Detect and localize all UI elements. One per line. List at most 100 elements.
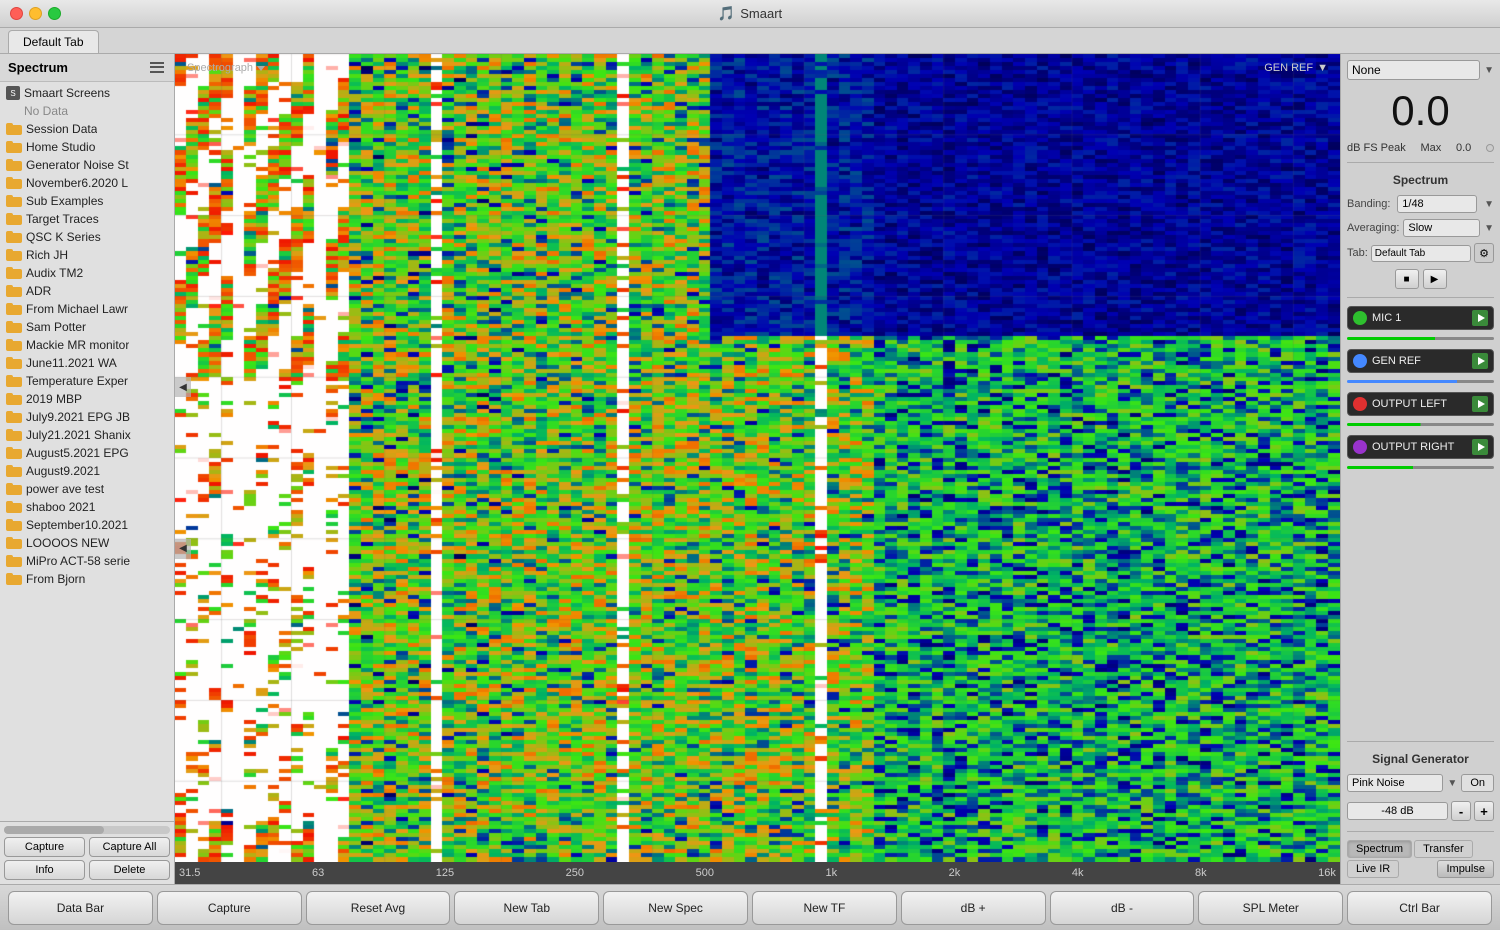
averaging-dropdown-arrow-icon: ▼ (1484, 223, 1494, 234)
capture-toolbar-button[interactable]: Capture (157, 891, 302, 925)
sidebar-item-label: Sub Examples (26, 194, 103, 208)
sidebar-item-label: MiPro ACT-58 serie (26, 554, 130, 568)
tab-select[interactable]: Default Tab (1371, 245, 1471, 262)
sig-gen-dropdown-arrow-icon: ▼ (1447, 778, 1457, 789)
signal-generator-plus-button[interactable]: + (1474, 801, 1494, 821)
title-bar-text: 🎵 Smaart (718, 5, 782, 22)
sidebar-item-june11[interactable]: June11.2021 WA (0, 354, 174, 372)
play-button[interactable]: ▶ (1423, 269, 1447, 289)
folder-icon (6, 231, 22, 243)
analysis-tabs: Spectrum Transfer Live IR Impulse (1347, 840, 1494, 878)
sidebar-item-august5[interactable]: August5.2021 EPG (0, 444, 174, 462)
db-minus-button[interactable]: dB - (1050, 891, 1195, 925)
nav-arrow-right[interactable]: ◀ (175, 539, 191, 559)
signal-generator-minus-button[interactable]: - (1451, 801, 1471, 821)
level-select-dropdown[interactable]: None (1347, 60, 1480, 80)
channel-play-button-output-left[interactable] (1472, 396, 1488, 412)
sidebar-item-session-data[interactable]: Session Data (0, 120, 174, 138)
signal-generator-db-value: -48 dB (1347, 802, 1448, 820)
capture-button[interactable]: Capture (4, 837, 85, 857)
freq-label-8k: 8k (1195, 867, 1207, 879)
sidebar-item-sam-potter[interactable]: Sam Potter (0, 318, 174, 336)
sidebar-item-november[interactable]: November6.2020 L (0, 174, 174, 192)
capture-all-button[interactable]: Capture All (89, 837, 170, 857)
folder-icon (6, 249, 22, 261)
sidebar-item-mipro[interactable]: MiPro ACT-58 serie (0, 552, 174, 570)
spl-meter-button[interactable]: SPL Meter (1198, 891, 1343, 925)
sidebar-item-adr[interactable]: ADR (0, 282, 174, 300)
delete-button[interactable]: Delete (89, 860, 170, 880)
averaging-select[interactable]: Slow (1403, 219, 1480, 237)
tab-control-row: Tab: Default Tab ⚙ (1347, 243, 1494, 263)
sidebar-item-september10[interactable]: September10.2021 (0, 516, 174, 534)
sidebar-item-power-ave[interactable]: power ave test (0, 480, 174, 498)
sidebar-item-sub-examples[interactable]: Sub Examples (0, 192, 174, 210)
bottom-toolbar: Data Bar Capture Reset Avg New Tab New S… (0, 884, 1500, 930)
default-tab[interactable]: Default Tab (8, 30, 99, 53)
signal-generator-type-row: Pink Noise ▼ On (1347, 774, 1494, 792)
nav-arrow-left[interactable]: ◀ (175, 377, 191, 397)
sidebar-bottom: Capture Capture All Info Delete (0, 821, 174, 884)
new-tab-button[interactable]: New Tab (454, 891, 599, 925)
sidebar-item-target-traces[interactable]: Target Traces (0, 210, 174, 228)
stop-button[interactable]: ■ (1395, 269, 1419, 289)
close-button[interactable] (10, 7, 23, 20)
sidebar-item-smaart-screens[interactable]: S Smaart Screens (0, 84, 174, 102)
channel-play-button-mic1[interactable] (1472, 310, 1488, 326)
new-tf-button[interactable]: New TF (752, 891, 897, 925)
folder-icon (6, 321, 22, 333)
sidebar-item-temperature[interactable]: Temperature Exper (0, 372, 174, 390)
sidebar: Spectrum S Smaart Screens No Data Sessio… (0, 54, 175, 884)
tab-spectrum[interactable]: Spectrum (1347, 840, 1412, 858)
folder-icon (6, 357, 22, 369)
app-title: Smaart (740, 6, 782, 21)
signal-generator-on-button[interactable]: On (1461, 774, 1494, 792)
maximize-button[interactable] (48, 7, 61, 20)
transport-row: ■ ▶ (1347, 269, 1494, 289)
sidebar-item-july21[interactable]: July21.2021 Shanix (0, 426, 174, 444)
banding-select[interactable]: 1/48 (1397, 195, 1477, 213)
channel-name-genref: GEN REF (1372, 355, 1467, 367)
minimize-button[interactable] (29, 7, 42, 20)
folder-icon (6, 537, 22, 549)
sidebar-item-shaboo[interactable]: shaboo 2021 (0, 498, 174, 516)
sidebar-item-2019-mbp[interactable]: 2019 MBP (0, 390, 174, 408)
sidebar-item-qsc-k[interactable]: QSC K Series (0, 228, 174, 246)
reset-avg-button[interactable]: Reset Avg (306, 891, 451, 925)
spectrograph-dropdown-icon[interactable] (257, 66, 265, 71)
sidebar-menu-button[interactable] (150, 61, 166, 74)
tab-live-ir[interactable]: Live IR (1347, 860, 1399, 878)
sidebar-item-july9[interactable]: July9.2021 EPG JB (0, 408, 174, 426)
level-unit-row: dB FS Peak Max 0.0 (1347, 142, 1494, 154)
averaging-control-row: Averaging: Slow ▼ (1347, 219, 1494, 237)
sidebar-item-august9[interactable]: August9.2021 (0, 462, 174, 480)
signal-generator-label: Signal Generator (1347, 750, 1494, 768)
folder-icon (6, 375, 22, 387)
tab-bar: Default Tab (0, 28, 1500, 54)
data-bar-button[interactable]: Data Bar (8, 891, 153, 925)
sidebar-item-home-studio[interactable]: Home Studio (0, 138, 174, 156)
genref-label: GEN REF ▼ (1264, 62, 1328, 74)
title-bar: 🎵 Smaart (0, 0, 1500, 28)
channel-play-button-output-right[interactable] (1472, 439, 1488, 455)
sidebar-item-from-bjorn[interactable]: From Bjorn (0, 570, 174, 588)
max-value: 0.0 (1456, 142, 1471, 154)
tab-transfer[interactable]: Transfer (1414, 840, 1473, 858)
signal-generator-type-select[interactable]: Pink Noise (1347, 774, 1443, 792)
sidebar-item-loooos[interactable]: LOOOOS NEW (0, 534, 174, 552)
sidebar-item-audix-tm2[interactable]: Audix TM2 (0, 264, 174, 282)
sidebar-item-rich-jh[interactable]: Rich JH (0, 246, 174, 264)
db-plus-button[interactable]: dB + (901, 891, 1046, 925)
spectrograph-label: Spectrograph (187, 62, 265, 74)
ctrl-bar-button[interactable]: Ctrl Bar (1347, 891, 1492, 925)
settings-icon-button[interactable]: ⚙ (1474, 243, 1494, 263)
channel-play-button-genref[interactable] (1472, 353, 1488, 369)
sidebar-item-generator-noise[interactable]: Generator Noise St (0, 156, 174, 174)
sidebar-item-from-michael[interactable]: From Michael Lawr (0, 300, 174, 318)
new-spec-button[interactable]: New Spec (603, 891, 748, 925)
info-button[interactable]: Info (4, 860, 85, 880)
sidebar-item-label: June11.2021 WA (26, 356, 117, 370)
averaging-label: Averaging: (1347, 222, 1399, 234)
sidebar-item-mackie-mr[interactable]: Mackie MR monitor (0, 336, 174, 354)
impulse-button[interactable]: Impulse (1437, 860, 1494, 878)
